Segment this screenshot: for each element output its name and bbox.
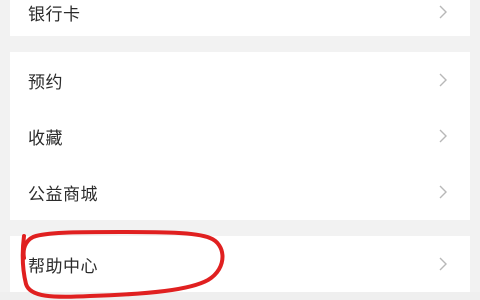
services-section: 预约 收藏 公益商城: [10, 52, 470, 220]
chevron-right-icon: [434, 71, 452, 89]
menu-row-help-center[interactable]: 帮助中心: [10, 236, 470, 292]
menu-row-label: 公益商城: [28, 184, 98, 205]
bottom-divider: [0, 292, 480, 300]
menu-row-charity-mall[interactable]: 公益商城: [10, 164, 470, 220]
menu-row-appointment[interactable]: 预约: [10, 52, 470, 108]
chevron-right-icon: [434, 3, 452, 21]
menu-row-label: 收藏: [28, 128, 63, 149]
menu-row-bank-card[interactable]: 银行卡: [10, 0, 470, 36]
right-edge: [470, 0, 480, 300]
chevron-right-icon: [434, 127, 452, 145]
help-section: 帮助中心: [10, 236, 470, 292]
bank-section: 银行卡: [10, 0, 470, 36]
menu-row-favorites[interactable]: 收藏: [10, 108, 470, 164]
menu-row-label: 银行卡: [28, 4, 81, 25]
settings-screen: 银行卡 预约 收藏 公益商城 帮助中心: [0, 0, 480, 300]
left-edge: [0, 0, 10, 300]
chevron-right-icon: [434, 255, 452, 273]
menu-row-label: 帮助中心: [28, 256, 98, 277]
chevron-right-icon: [434, 183, 452, 201]
menu-row-label: 预约: [28, 72, 63, 93]
